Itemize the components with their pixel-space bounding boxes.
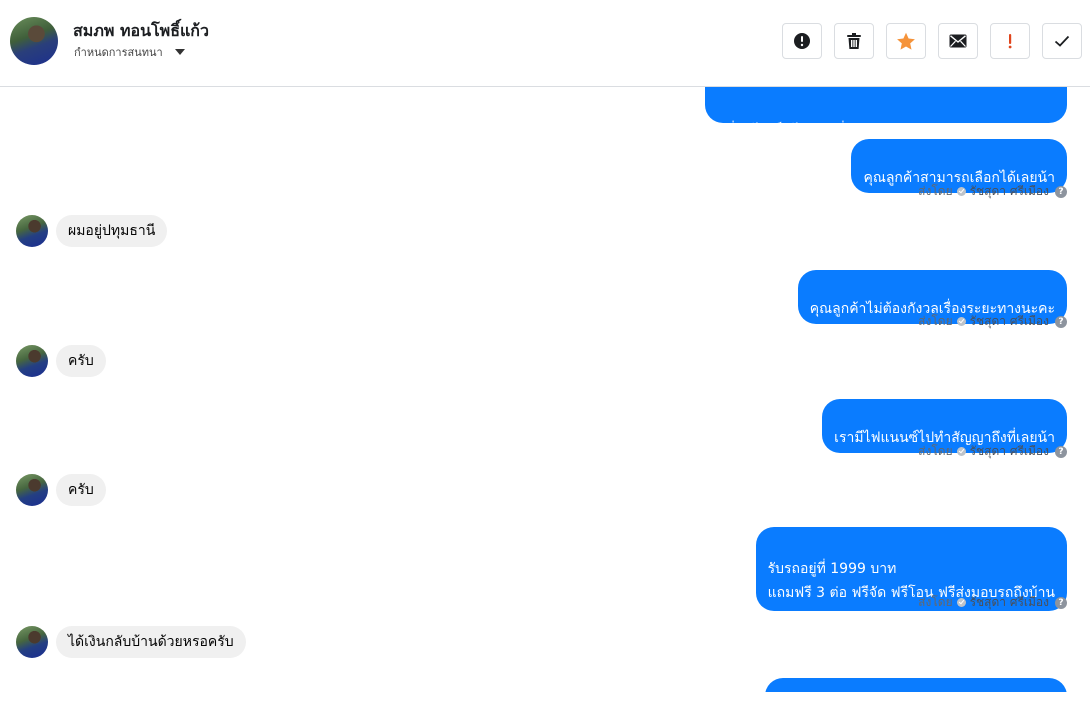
outgoing-message[interactable] bbox=[765, 678, 1067, 692]
message-meta: ส่งโดย รัชสุดา ศรีเมือง ? bbox=[918, 442, 1067, 461]
help-icon[interactable]: ? bbox=[1055, 185, 1067, 198]
sender-name[interactable]: รัชสุดา ศรีเมือง bbox=[970, 312, 1049, 331]
message-meta: ส่งโดย รัชสุดา ศรีเมือง ? bbox=[918, 182, 1067, 201]
help-icon[interactable]: ? bbox=[1055, 596, 1067, 609]
conversation-header: สมภพ ทอนโพธิ์แก้ว กำหนดการสนทนา bbox=[0, 0, 1090, 87]
incoming-message-row: ครับ bbox=[16, 474, 106, 506]
incoming-message[interactable]: ผมอยู่ปทุมธานี bbox=[56, 215, 168, 247]
conversation-schedule-dropdown[interactable]: กำหนดการสนทนา bbox=[74, 43, 185, 61]
help-icon[interactable]: ? bbox=[1055, 445, 1067, 458]
sender-name[interactable]: รัชสุดา ศรีเมือง bbox=[970, 442, 1049, 461]
spam-button[interactable] bbox=[782, 23, 822, 59]
conversation-actions bbox=[782, 23, 1082, 59]
contact-avatar[interactable] bbox=[10, 17, 58, 65]
verified-check-icon bbox=[956, 598, 966, 607]
help-icon[interactable]: ? bbox=[1055, 315, 1067, 328]
alert-circle-icon bbox=[794, 33, 810, 49]
incoming-message-row: ได้เงินกลับบ้านด้วยหรอครับ bbox=[16, 626, 246, 658]
conversation-schedule-label: กำหนดการสนทนา bbox=[74, 46, 163, 59]
message-list[interactable]: *เงื่อนไขเป็นไปตามที่บริษัทกำหนด คุณลูกค… bbox=[0, 87, 1090, 692]
message-meta: ส่งโดย รัชสุดา ศรีเมือง ? bbox=[918, 593, 1067, 612]
verified-check-icon bbox=[956, 187, 966, 196]
star-button[interactable] bbox=[886, 23, 926, 59]
follow-up-button[interactable] bbox=[990, 23, 1030, 59]
sent-by-label: ส่งโดย bbox=[918, 314, 953, 328]
message-meta: ส่งโดย รัชสุดา ศรีเมือง ? bbox=[918, 312, 1067, 331]
mark-done-button[interactable] bbox=[1042, 23, 1082, 59]
contact-avatar[interactable] bbox=[16, 345, 48, 377]
verified-check-icon bbox=[956, 317, 966, 326]
incoming-message-row: ครับ bbox=[16, 345, 106, 377]
sender-name[interactable]: รัชสุดา ศรีเมือง bbox=[970, 593, 1049, 612]
incoming-message[interactable]: ครับ bbox=[56, 474, 106, 506]
mark-unread-button[interactable] bbox=[938, 23, 978, 59]
sent-by-label: ส่งโดย bbox=[918, 184, 953, 198]
contact-avatar[interactable] bbox=[16, 474, 48, 506]
outgoing-message[interactable]: *เงื่อนไขเป็นไปตามที่บริษัทกำหนด bbox=[705, 87, 1067, 139]
message-text: *เงื่อนไขเป็นไปตามที่บริษัทกำหนด bbox=[717, 123, 924, 139]
sent-by-label: ส่งโดย bbox=[918, 444, 953, 458]
incoming-message[interactable]: ครับ bbox=[56, 345, 106, 377]
contact-avatar[interactable] bbox=[16, 215, 48, 247]
incoming-message-row: ผมอยู่ปทุมธานี bbox=[16, 215, 168, 247]
exclamation-icon bbox=[1008, 34, 1012, 49]
contact-name[interactable]: สมภพ ทอนโพธิ์แก้ว bbox=[73, 19, 209, 44]
delete-button[interactable] bbox=[834, 23, 874, 59]
star-icon bbox=[897, 32, 915, 50]
check-icon bbox=[1054, 35, 1070, 47]
sender-name[interactable]: รัชสุดา ศรีเมือง bbox=[970, 182, 1049, 201]
contact-avatar[interactable] bbox=[16, 626, 48, 658]
envelope-icon bbox=[949, 34, 967, 48]
trash-icon bbox=[847, 33, 861, 49]
sent-by-label: ส่งโดย bbox=[918, 595, 953, 609]
caret-down-icon bbox=[174, 49, 185, 55]
verified-check-icon bbox=[956, 447, 966, 456]
incoming-message[interactable]: ได้เงินกลับบ้านด้วยหรอครับ bbox=[56, 626, 246, 658]
